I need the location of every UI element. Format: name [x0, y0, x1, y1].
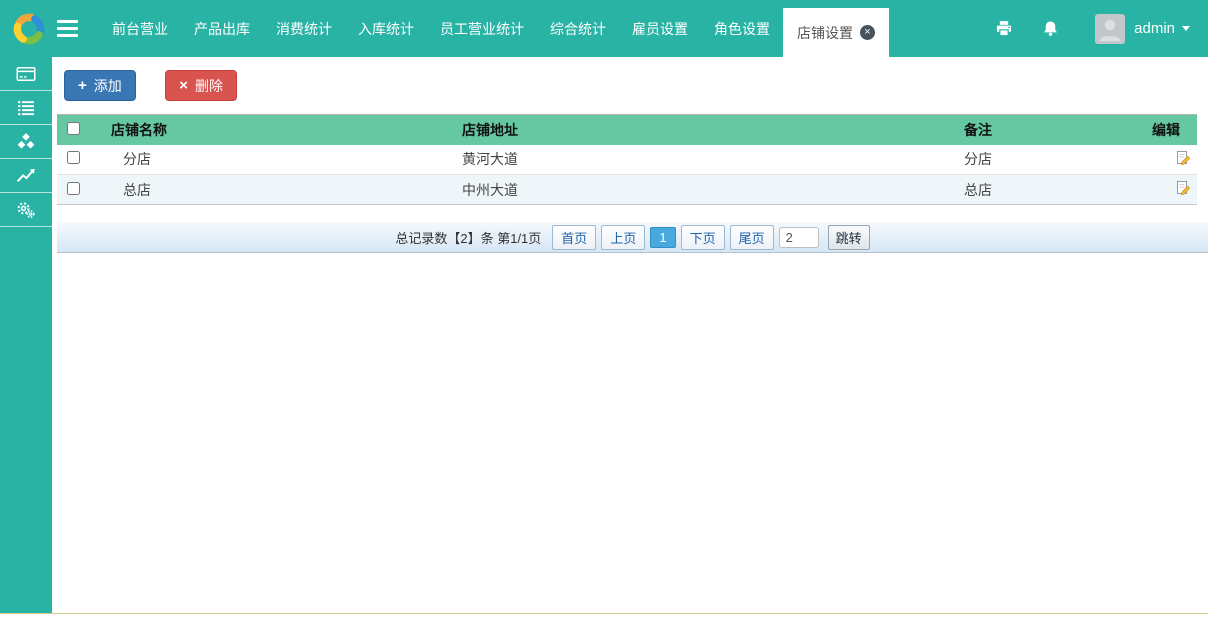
nav-item-product-outbound[interactable]: 产品出库	[181, 0, 263, 57]
nav-item-comprehensive-stats[interactable]: 综合统计	[537, 0, 619, 57]
x-icon: ×	[179, 77, 188, 94]
nav-item-staff-business-stats[interactable]: 员工营业统计	[427, 0, 537, 57]
username-dropdown[interactable]: admin	[1134, 20, 1175, 37]
print-button[interactable]	[981, 19, 1027, 39]
cubes-icon	[17, 132, 35, 149]
pagination-last-button[interactable]: 尾页	[729, 224, 774, 250]
pagination-first-button[interactable]: 首页	[552, 224, 597, 250]
logo-icon	[13, 13, 44, 44]
printer-icon	[997, 20, 1012, 36]
nav-item-front-business[interactable]: 前台营业	[99, 0, 181, 57]
remark-cell: 总店	[964, 181, 992, 198]
main-content: + 添加 × 删除 店铺名称 店铺地址 备注 编辑 分店 黄河大道 分店 总店 …	[52, 57, 1208, 613]
sidebar-item-products[interactable]	[0, 125, 52, 159]
sidebar-item-statistics[interactable]	[0, 159, 52, 193]
tab-shop-settings-label: 店铺设置	[797, 24, 853, 41]
add-button[interactable]: + 添加	[64, 70, 136, 101]
nav-item-consumption-stats[interactable]: 消费统计	[263, 0, 345, 57]
shop-address-cell: 黄河大道	[462, 151, 518, 168]
edit-row-button[interactable]	[1175, 180, 1191, 196]
table-row: 分店 黄河大道 分店	[57, 145, 1197, 175]
table-header-row: 店铺名称 店铺地址 备注 编辑	[57, 114, 1197, 145]
delete-button-label: 删除	[194, 77, 223, 94]
caret-down-icon	[1182, 26, 1190, 31]
column-header-shop-address: 店铺地址	[455, 114, 950, 145]
edit-row-button[interactable]	[1175, 150, 1191, 166]
left-sidebar	[0, 57, 52, 613]
chart-line-icon	[16, 168, 35, 183]
edit-icon	[1177, 150, 1191, 165]
pagination-bar: 总记录数【2】条 第1/1页 首页 上页 1 下页 尾页 跳转	[57, 222, 1208, 253]
sidebar-item-settings[interactable]	[0, 193, 52, 227]
pagination-next-button[interactable]: 下页	[680, 224, 725, 250]
remark-cell: 分店	[964, 151, 992, 168]
app-logo[interactable]	[0, 0, 57, 57]
footer-strip	[0, 613, 1208, 618]
row-checkbox[interactable]	[67, 181, 80, 195]
pagination-current-page[interactable]: 1	[650, 226, 676, 248]
column-header-remark: 备注	[950, 114, 1152, 145]
shop-address-cell: 中州大道	[462, 181, 518, 198]
nav-item-inbound-stats[interactable]: 入库统计	[345, 0, 427, 57]
user-avatar[interactable]	[1095, 13, 1126, 44]
add-button-label: 添加	[93, 77, 122, 94]
gears-icon	[17, 201, 35, 218]
delete-button[interactable]: × 删除	[165, 70, 237, 101]
tab-shop-settings[interactable]: 店铺设置 ×	[783, 8, 889, 57]
column-header-edit: 编辑	[1152, 114, 1197, 145]
avatar-placeholder-icon	[1095, 13, 1126, 44]
card-icon	[16, 66, 36, 81]
shops-table: 店铺名称 店铺地址 备注 编辑 分店 黄河大道 分店 总店 中州大道 总店	[57, 114, 1197, 205]
sidebar-item-billing[interactable]	[0, 57, 52, 91]
top-navbar: 前台营业 产品出库 消费统计 入库统计 员工营业统计 综合统计 雇员设置 角色设…	[0, 0, 1208, 57]
toolbar: + 添加 × 删除	[52, 57, 1208, 114]
page-jump-button[interactable]: 跳转	[827, 224, 870, 250]
sidebar-item-records[interactable]	[0, 91, 52, 125]
shop-name-cell: 分店	[123, 151, 151, 168]
edit-icon	[1177, 181, 1191, 196]
select-all-checkbox[interactable]	[67, 121, 80, 135]
hamburger-menu-icon[interactable]	[57, 0, 91, 57]
table-row: 总店 中州大道 总店	[57, 174, 1197, 205]
nav-item-role-settings[interactable]: 角色设置	[701, 0, 783, 57]
shop-name-cell: 总店	[123, 181, 151, 198]
pagination-prev-button[interactable]: 上页	[601, 224, 646, 250]
row-checkbox[interactable]	[67, 151, 80, 165]
nav-item-employee-settings[interactable]: 雇员设置	[619, 0, 701, 57]
navbar-right-area: admin	[981, 0, 1208, 57]
tab-close-icon[interactable]: ×	[860, 25, 875, 40]
main-menu: 前台营业 产品出库 消费统计 入库统计 员工营业统计 综合统计 雇员设置 角色设…	[99, 0, 889, 57]
plus-icon: +	[78, 77, 87, 94]
bell-icon	[1043, 20, 1057, 36]
pagination-summary: 总记录数【2】条 第1/1页	[395, 230, 542, 246]
page-jump-input[interactable]	[778, 226, 819, 248]
column-header-shop-name: 店铺名称	[105, 114, 455, 145]
app-window: 前台营业 产品出库 消费统计 入库统计 员工营业统计 综合统计 雇员设置 角色设…	[0, 0, 1208, 618]
notifications-button[interactable]	[1027, 19, 1073, 39]
list-icon	[18, 100, 34, 115]
